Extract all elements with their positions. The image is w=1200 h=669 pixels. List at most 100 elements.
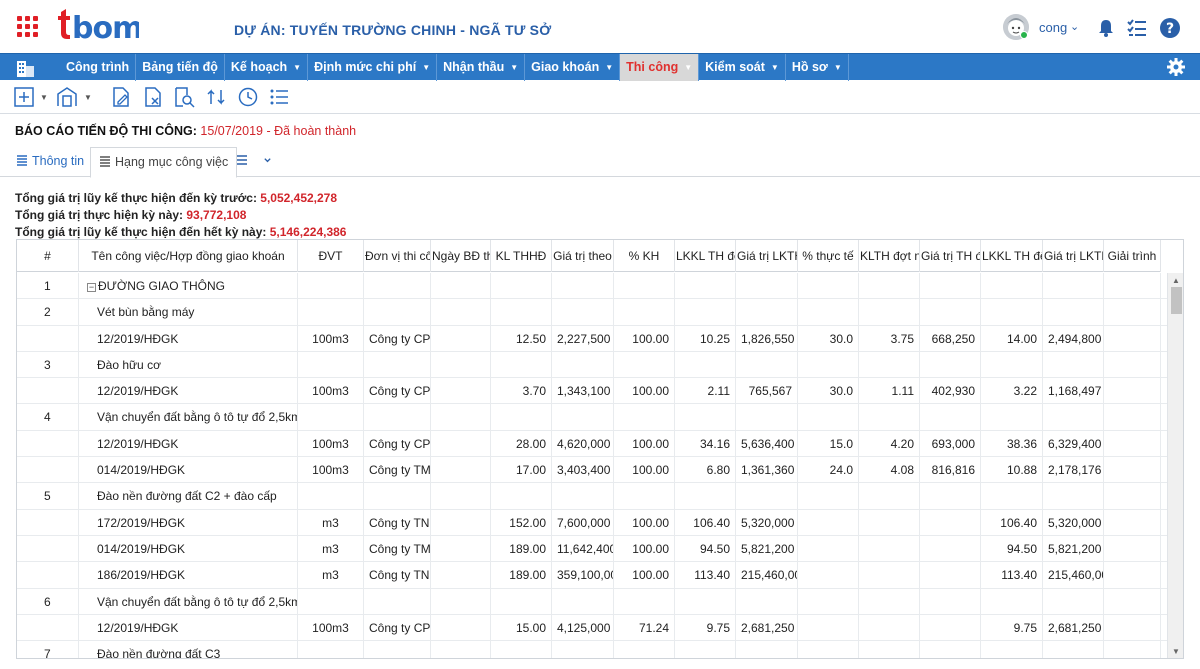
column-header[interactable]: Giá trị theo [552, 240, 614, 272]
table-row[interactable]: 014/2019/HĐGK100m3Công ty TMC 17.003,403,… [17, 457, 1167, 484]
table-cell: Vận chuyển đất bằng ô tô tự đổ 2,5km [79, 404, 298, 431]
column-header[interactable]: % thực tế [798, 240, 859, 272]
table-cell [17, 614, 79, 641]
table-row[interactable]: 2 Vét bùn bằng máy [17, 299, 1167, 326]
delete-doc-icon[interactable] [142, 86, 164, 108]
nav-item-0[interactable]: Công trình [60, 54, 137, 81]
nav-item-3[interactable]: Định mức chi phí ▼ [308, 54, 438, 81]
table-cell: 12/2019/HĐGK [79, 430, 298, 457]
table-cell [614, 641, 675, 658]
table-row[interactable]: 1− ĐƯỜNG GIAO THÔNG [17, 273, 1167, 300]
column-header[interactable]: Giá trị TH đợt [920, 240, 981, 272]
history-icon[interactable] [237, 86, 259, 108]
add-dropdown-caret-icon[interactable]: ▼ [40, 93, 48, 102]
list-icon[interactable] [268, 86, 290, 108]
nav-item-2[interactable]: Kế hoạch ▼ [225, 54, 309, 81]
table-cell: Đào nền đường đất C3 [79, 641, 298, 658]
tab-info[interactable]: Thông tin [8, 147, 92, 177]
scrollbar-thumb[interactable] [1171, 287, 1182, 314]
nav-item-4[interactable]: Nhận thầu ▼ [437, 54, 526, 81]
table-row[interactable]: 6 Vận chuyển đất bằng ô tô tự đổ 2,5km [17, 588, 1167, 615]
summary-prev-label: Tổng giá trị lũy kế thực hiện đến kỳ trư… [15, 191, 261, 205]
column-header[interactable]: Ngày BĐ thực [431, 240, 491, 272]
column-header[interactable]: Đơn vị thi công [364, 240, 431, 272]
column-header[interactable]: KL THHĐ [491, 240, 552, 272]
tasks-icon[interactable] [1127, 18, 1147, 38]
table-cell: 152.00 [491, 509, 552, 536]
table-cell [981, 404, 1043, 431]
report-date-status: 15/07/2019 - Đã hoàn thành [200, 124, 357, 138]
column-header[interactable]: Giá trị LKTH [1043, 240, 1104, 272]
table-row[interactable]: 014/2019/HĐGKm3Công ty TMC 189.0011,642,4… [17, 535, 1167, 563]
chevron-down-icon[interactable]: ⌄ [1070, 20, 1079, 33]
column-header[interactable]: # [17, 240, 79, 272]
table-cell: 100m3 [298, 378, 364, 405]
nav-item-1[interactable]: Bảng tiến độ [136, 54, 225, 81]
table-row[interactable]: 4 Vận chuyển đất bằng ô tô tự đổ 2,5km [17, 404, 1167, 431]
nav-item-6[interactable]: Thi công ▼ [620, 54, 700, 81]
column-header[interactable]: Giải trình [1104, 240, 1161, 272]
table-row[interactable]: 7 Đào nền đường đất C3 [17, 641, 1167, 658]
column-header[interactable]: % KH [614, 240, 675, 272]
table-cell [798, 351, 859, 378]
user-name[interactable]: cong [1039, 20, 1067, 35]
table-cell [859, 588, 920, 615]
column-header[interactable]: KLTH đợt này [859, 240, 920, 272]
column-header[interactable]: Tên công việc/Hợp đồng giao khoán [79, 240, 298, 272]
building-dropdown-caret-icon[interactable]: ▼ [84, 93, 92, 102]
chevron-down-icon [264, 158, 272, 163]
nav-item-label: Hồ sơ [791, 60, 828, 74]
sync-icon[interactable] [205, 86, 227, 108]
column-header[interactable]: ĐVT [298, 240, 364, 272]
list-lines-icon [100, 156, 110, 167]
summary-prev-value: 5,052,452,278 [260, 191, 338, 205]
table-row[interactable]: 5 Đào nền đường đất C2 + đào cấp [17, 483, 1167, 510]
column-header[interactable]: Giá trị LKTH [736, 240, 798, 272]
bom-logo[interactable]: bom [55, 6, 139, 42]
column-header[interactable]: LKKL TH đến [675, 240, 736, 272]
main-nav: Công trình Bảng tiến độ Kế hoạch ▼ Định mức … [0, 53, 1200, 81]
bell-icon[interactable] [1096, 18, 1116, 38]
table-cell [675, 588, 736, 615]
building-icon[interactable] [14, 58, 38, 78]
table-row[interactable]: 12/2019/HĐGK100m3Công ty CP v 28.004,620,… [17, 430, 1167, 458]
table-cell: 15.00 [491, 614, 552, 641]
apps-grid-icon[interactable] [17, 16, 43, 40]
vertical-scrollbar[interactable]: ▲ ▼ [1167, 273, 1183, 658]
table-cell [675, 404, 736, 431]
table-cell [364, 299, 431, 326]
tab-work-items[interactable]: Hạng mục công việc [90, 147, 238, 178]
collapse-icon[interactable]: − [87, 283, 96, 292]
table-cell: 2.11 [675, 378, 736, 405]
column-header[interactable]: LKKL TH đến [981, 240, 1043, 272]
scroll-up-icon[interactable]: ▲ [1172, 276, 1180, 285]
table-row[interactable]: 186/2019/HĐGKm3Công ty TNH 189.00359,100,… [17, 562, 1167, 589]
summary-block: Tổng giá trị lũy kế thực hiện đến kỳ trư… [15, 190, 346, 241]
table-row[interactable]: 172/2019/HĐGKm3Công ty TNH 152.007,600,00… [17, 509, 1167, 536]
search-doc-icon[interactable] [173, 86, 195, 108]
tab-work-items-label: Hạng mục công việc [115, 155, 229, 169]
table-cell [798, 299, 859, 326]
tab-more-menu[interactable] [228, 147, 280, 177]
table-row[interactable]: 3 Đào hữu cơ [17, 351, 1167, 379]
table-cell [920, 483, 981, 510]
table-cell [920, 299, 981, 326]
nav-item-label: Kiểm soát [705, 60, 765, 74]
add-icon[interactable] [13, 86, 35, 108]
nav-item-7[interactable]: Kiểm soát ▼ [699, 54, 786, 81]
table-row[interactable]: 12/2019/HĐGK100m3Công ty CP v 15.004,125,… [17, 614, 1167, 642]
table-cell: m3 [298, 562, 364, 589]
scroll-down-icon[interactable]: ▼ [1172, 647, 1180, 656]
table-cell: 5,821,200 [736, 535, 798, 562]
table-cell [1043, 351, 1104, 378]
table-row[interactable]: 12/2019/HĐGK100m3Công ty CP v 12.502,227,… [17, 325, 1167, 352]
building-add-icon[interactable] [56, 86, 78, 108]
edit-doc-icon[interactable] [110, 86, 132, 108]
nav-item-8[interactable]: Hồ sơ ▼ [786, 54, 849, 81]
table-cell: 71.24 [614, 614, 675, 641]
table-row[interactable]: 12/2019/HĐGK100m3Công ty CP v 3.701,343,1… [17, 378, 1167, 405]
help-icon[interactable]: ? [1160, 18, 1180, 38]
gear-icon[interactable] [1166, 57, 1186, 77]
nav-item-5[interactable]: Giao khoán ▼ [525, 54, 621, 81]
table-cell [859, 535, 920, 562]
